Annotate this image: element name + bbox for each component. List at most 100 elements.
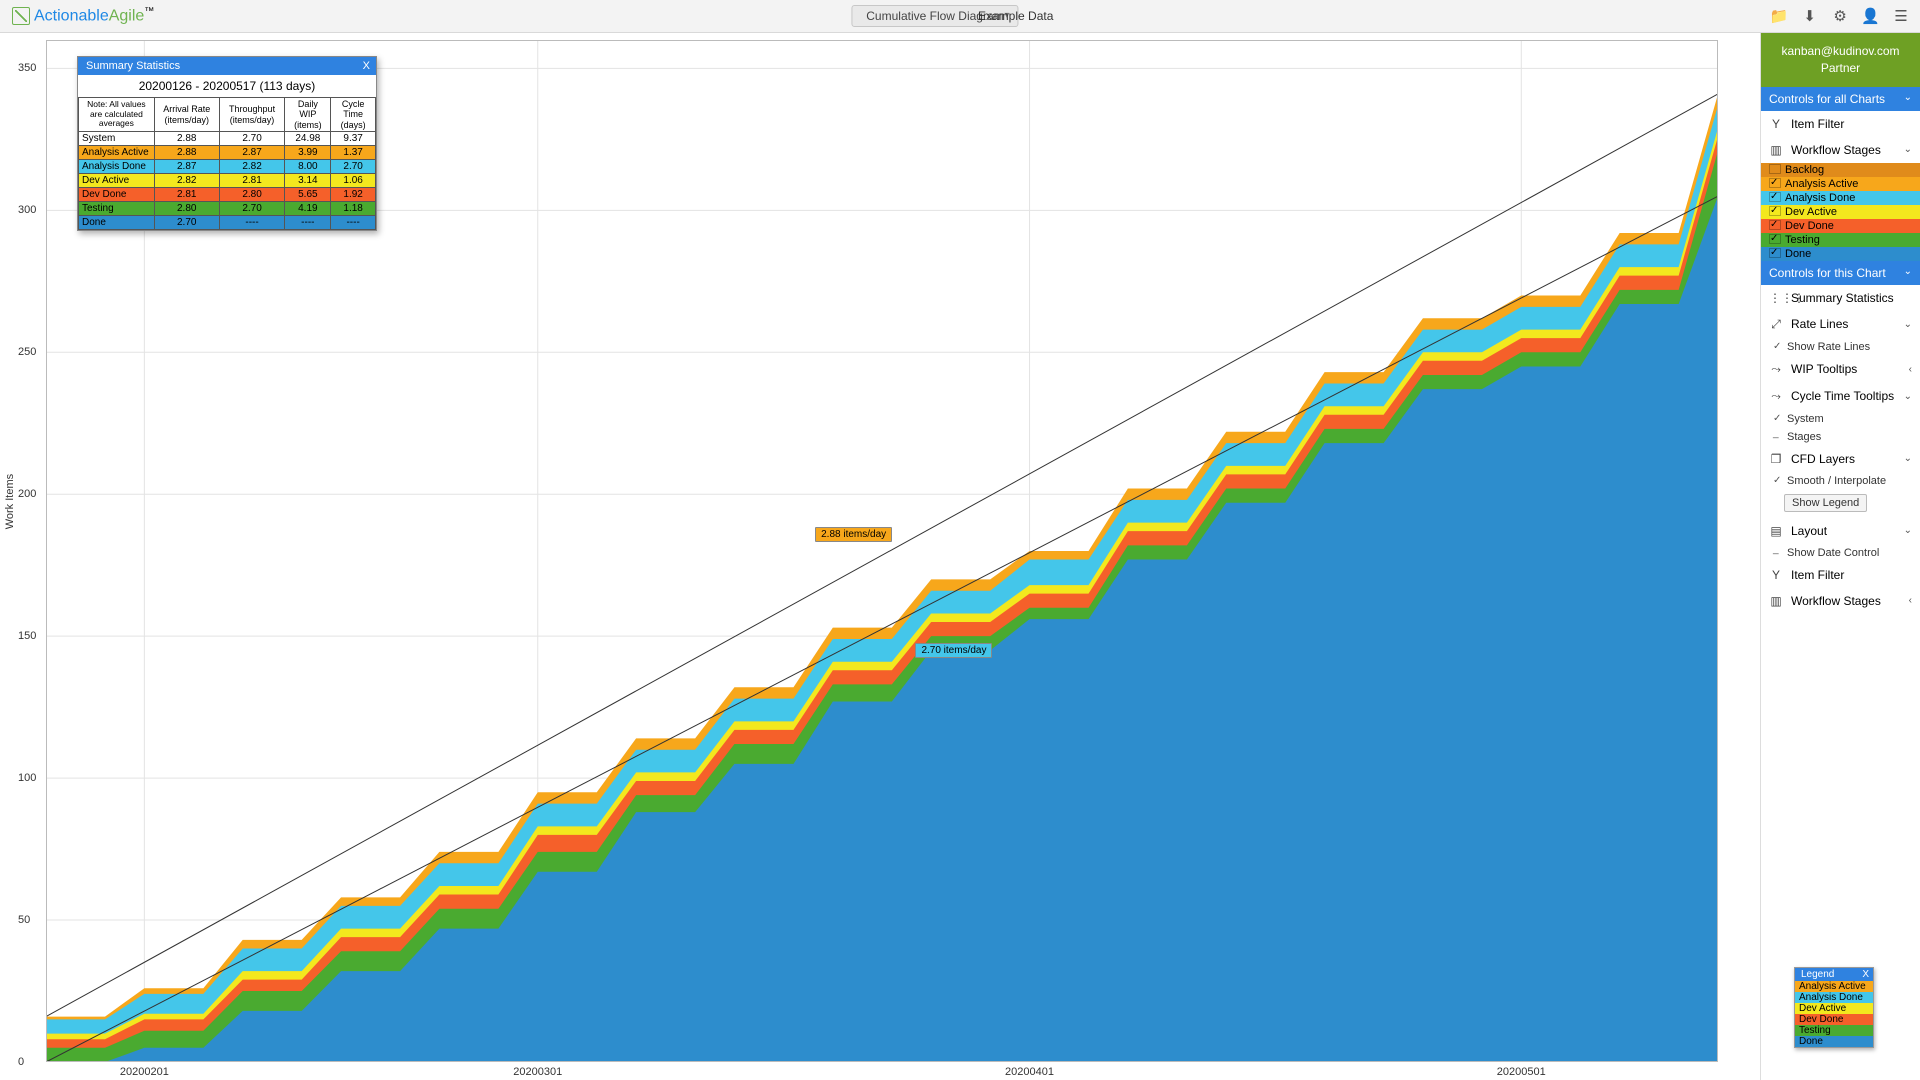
check-icon: ✓ <box>1770 219 1778 230</box>
rate-lines-row[interactable]: ⤢ Rate Lines ⌄ <box>1761 311 1920 338</box>
x-tick: 20200301 <box>513 1066 562 1078</box>
col-arrival: Arrival Rate (items/day) <box>154 98 219 132</box>
stats-date-range: 20200126 - 20200517 (113 days) <box>78 75 376 97</box>
menu-icon[interactable]: ☰ <box>1890 7 1912 29</box>
show-date-control-toggle[interactable]: Show Date Control <box>1761 544 1920 562</box>
brand-text-2: Agile <box>109 7 145 24</box>
check-icon: ✓ <box>1770 191 1778 202</box>
legend-row[interactable]: Analysis Done <box>1795 992 1873 1003</box>
layout-row[interactable]: ▤ Layout ⌄ <box>1761 518 1920 544</box>
legend-title: Legend <box>1801 969 1834 980</box>
stage-label: Done <box>1785 248 1811 260</box>
cfd-layers-label: CFD Layers <box>1791 452 1855 466</box>
download-icon[interactable]: ⬇ <box>1799 7 1821 29</box>
workflow-stages-row[interactable]: ▥ Workflow Stages ⌄ <box>1761 137 1920 163</box>
stage-label: Analysis Done <box>1785 192 1855 204</box>
workflow-stages-label-2: Workflow Stages <box>1791 594 1881 608</box>
stage-done[interactable]: ✓ Done <box>1761 247 1920 261</box>
folder-icon[interactable]: 📁 <box>1768 7 1790 29</box>
y-tick: 100 <box>18 772 36 784</box>
right-panel: kanban@kudinov.com Partner Controls for … <box>1760 33 1920 1080</box>
legend-row[interactable]: Done <box>1795 1036 1873 1047</box>
summary-statistics-panel[interactable]: Summary Statistics X 20200126 - 20200517… <box>77 56 377 231</box>
chevron-down-icon: ⌄ <box>1904 453 1912 464</box>
cycle-time-tooltips-row[interactable]: ⤳ Cycle Time Tooltips ⌄ <box>1761 383 1920 410</box>
stage-label: Backlog <box>1785 164 1824 176</box>
stats-title: Summary Statistics <box>86 60 180 72</box>
section-all-charts[interactable]: Controls for all Charts ⌄ <box>1761 87 1920 111</box>
legend-row[interactable]: Dev Active <box>1795 1003 1873 1014</box>
wand-icon: ⤳ <box>1769 389 1783 404</box>
stats-row: Dev Done2.812.805.651.92 <box>79 188 376 202</box>
stats-row: Done2.70------------ <box>79 216 376 230</box>
filter-icon: Y <box>1769 117 1783 131</box>
chevron-left-icon: ‹ <box>1909 364 1912 375</box>
y-tick: 50 <box>18 914 30 926</box>
show-legend-button[interactable]: Show Legend <box>1784 494 1867 512</box>
y-tick: 250 <box>18 346 36 358</box>
legend-panel[interactable]: Legend X Analysis ActiveAnalysis DoneDev… <box>1794 967 1874 1048</box>
stats-header[interactable]: Summary Statistics X <box>78 57 376 75</box>
stage-testing[interactable]: ✓Testing <box>1761 233 1920 247</box>
wip-tooltips-row[interactable]: ⤳ WIP Tooltips ‹ <box>1761 356 1920 383</box>
brand-tm: ™ <box>144 6 154 17</box>
close-icon[interactable]: X <box>1862 969 1869 980</box>
legend-row[interactable]: Analysis Active <box>1795 981 1873 992</box>
brand-icon <box>12 7 30 25</box>
stats-row: Analysis Active2.882.873.991.37 <box>79 146 376 160</box>
user-box[interactable]: kanban@kudinov.com Partner <box>1761 33 1920 87</box>
stage-label: Analysis Active <box>1785 178 1858 190</box>
stage-dev-active[interactable]: ✓Dev Active <box>1761 205 1920 219</box>
item-filter-row-2[interactable]: Y Item Filter <box>1761 562 1920 588</box>
ct-stages-toggle[interactable]: Stages <box>1761 428 1920 446</box>
section-this-chart[interactable]: Controls for this Chart ⌄ <box>1761 261 1920 285</box>
top-bar: ActionableAgile™ Cumulative Flow Diagram… <box>0 0 1920 33</box>
columns-icon: ▥ <box>1769 594 1783 608</box>
x-tick: 20200501 <box>1497 1066 1546 1078</box>
filter-icon: Y <box>1769 568 1783 582</box>
settings-icon[interactable]: ⚙ <box>1829 7 1851 29</box>
close-icon[interactable]: X <box>363 60 370 72</box>
layers-icon: ❐ <box>1769 452 1783 466</box>
col-throughput: Throughput (items/day) <box>219 98 285 132</box>
legend-header[interactable]: Legend X <box>1795 968 1873 981</box>
legend-row[interactable]: Testing <box>1795 1025 1873 1036</box>
smooth-interpolate-toggle[interactable]: Smooth / Interpolate <box>1761 472 1920 490</box>
y-tick: 150 <box>18 630 36 642</box>
legend-row[interactable]: Dev Done <box>1795 1014 1873 1025</box>
item-filter-label-2: Item Filter <box>1791 568 1844 582</box>
user-icon[interactable]: 👤 <box>1860 7 1882 29</box>
workflow-stages-label: Workflow Stages <box>1791 143 1881 157</box>
columns-icon: ▥ <box>1769 143 1783 157</box>
layout-label: Layout <box>1791 524 1827 538</box>
check-icon: ✓ <box>1770 233 1778 244</box>
y-axis-label: Work Items <box>4 473 16 528</box>
stage-analysis-active[interactable]: ✓ Analysis Active <box>1761 177 1920 191</box>
chevron-down-icon: ⌄ <box>1904 391 1912 402</box>
stats-note: Note: All values are calculated averages <box>79 98 155 132</box>
chevron-down-icon: ⌄ <box>1904 144 1912 155</box>
throughput-rate-label: 2.70 items/day <box>915 643 992 658</box>
arrival-rate-label: 2.88 items/day <box>815 527 892 542</box>
stage-dev-done[interactable]: ✓Dev Done <box>1761 219 1920 233</box>
stats-table: Note: All values are calculated averages… <box>78 97 376 230</box>
cfd-layers-row[interactable]: ❐ CFD Layers ⌄ <box>1761 446 1920 472</box>
summary-statistics-row[interactable]: ⋮⋮⋮ Summary Statistics <box>1761 285 1920 311</box>
workflow-stages-row-2[interactable]: ▥ Workflow Stages ‹ <box>1761 588 1920 614</box>
brand-logo[interactable]: ActionableAgile™ <box>12 6 154 25</box>
show-rate-lines-toggle[interactable]: Show Rate Lines <box>1761 338 1920 356</box>
check-icon: ✓ <box>1770 247 1778 258</box>
user-role: Partner <box>1765 60 1916 77</box>
check-icon: ✓ <box>1770 177 1778 188</box>
item-filter-row[interactable]: Y Item Filter <box>1761 111 1920 137</box>
stats-row: Testing2.802.704.191.18 <box>79 202 376 216</box>
col-cycletime: Cycle Time (days) <box>331 98 376 132</box>
user-email: kanban@kudinov.com <box>1765 43 1916 60</box>
rate-lines-label: Rate Lines <box>1791 317 1848 331</box>
stage-backlog[interactable]: Backlog <box>1761 163 1920 177</box>
stage-analysis-done[interactable]: ✓ Analysis Done <box>1761 191 1920 205</box>
stage-label: Dev Active <box>1785 206 1837 218</box>
grid-icon: ⋮⋮⋮ <box>1769 291 1783 305</box>
ct-system-toggle[interactable]: System <box>1761 410 1920 428</box>
y-tick: 300 <box>18 204 36 216</box>
